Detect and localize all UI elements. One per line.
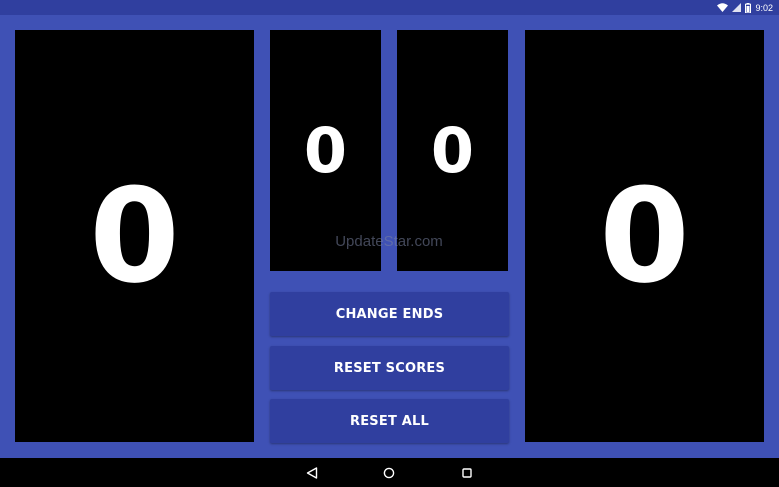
right-player-sets[interactable]: 0	[397, 30, 508, 271]
cell-signal-icon	[732, 3, 742, 12]
recents-icon[interactable]	[456, 462, 478, 484]
status-icons: 9:02	[717, 1, 773, 14]
status-time: 9:02	[755, 2, 773, 13]
home-icon[interactable]	[378, 462, 400, 484]
left-player-score[interactable]: 0	[15, 30, 254, 442]
right-sets-value: 0	[430, 114, 475, 187]
left-score-value: 0	[89, 160, 180, 312]
change-ends-button[interactable]: CHANGE ENDS	[270, 292, 509, 336]
left-sets-value: 0	[303, 114, 348, 187]
reset-all-button[interactable]: RESET ALL	[270, 399, 509, 443]
right-player-score[interactable]: 0	[525, 30, 764, 442]
left-player-sets[interactable]: 0	[270, 30, 381, 271]
wifi-icon	[717, 3, 729, 12]
navigation-bar	[0, 458, 779, 487]
right-score-value: 0	[599, 160, 690, 312]
battery-icon	[745, 2, 752, 13]
reset-scores-button[interactable]: RESET SCORES	[270, 346, 509, 390]
status-bar: 9:02	[0, 0, 779, 15]
scoreboard-screen: 9:02 0 0 0 0 UpdateStar.com CHANGE ENDS …	[0, 0, 779, 487]
back-icon[interactable]	[301, 462, 323, 484]
